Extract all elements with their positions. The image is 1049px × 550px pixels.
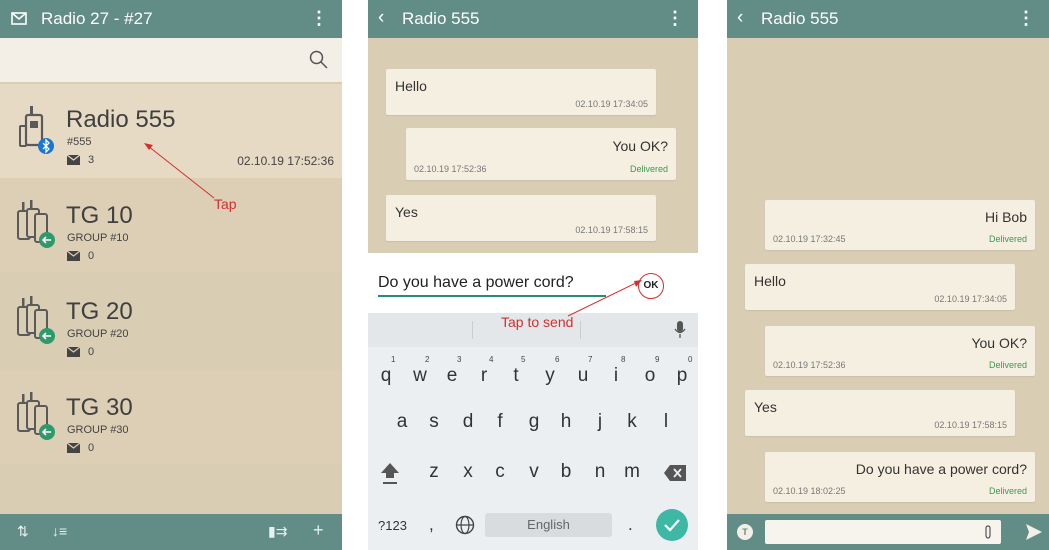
message-time: 02.10.19 17:34:05: [934, 294, 1007, 304]
message-bubble-outgoing[interactable]: You OK? 02.10.19 17:52:36 Delivered: [765, 326, 1035, 376]
message-text: Hi Bob: [984, 209, 1027, 225]
send-icon[interactable]: [1025, 523, 1043, 541]
bottom-bar: ⇅ ↓≡ ▮⇉ +: [0, 514, 342, 550]
message-time: 02.10.19 17:52:36: [773, 360, 846, 370]
message-time: 02.10.19 18:02:25: [773, 486, 846, 496]
message-text: Hello: [754, 273, 786, 289]
top-bar: ‹ Radio 555 ⋮: [727, 0, 1049, 38]
sort-list-icon[interactable]: ↓≡: [52, 523, 67, 539]
avatar[interactable]: T: [737, 524, 753, 540]
message-bubble-outgoing[interactable]: Do you have a power cord? 02.10.19 18:02…: [765, 452, 1035, 502]
delivery-status: Delivered: [988, 360, 1027, 370]
back-icon[interactable]: ‹: [737, 7, 743, 29]
group-call-icon[interactable]: ▮⇉: [268, 523, 287, 540]
message-text: Yes: [754, 399, 777, 415]
message-bubble-outgoing[interactable]: Hi Bob 02.10.19 17:32:45 Delivered: [765, 200, 1035, 250]
annotation-arrow: [144, 143, 215, 199]
delivery-status: Delivered: [988, 234, 1027, 244]
contacts-screen: Radio 27 - #27 ⋮ Radio 555 #555 3 02.10.…: [0, 0, 342, 550]
annotation-arrow: [567, 280, 642, 317]
message-text: You OK?: [971, 335, 1027, 351]
chat-title: Radio 555: [761, 9, 839, 28]
tap-annotation: Tap: [214, 196, 237, 212]
message-bubble-incoming[interactable]: Hello 02.10.19 17:34:05: [745, 264, 1015, 310]
delivery-status: Delivered: [988, 486, 1027, 496]
chat-screen: ‹ Radio 555 ⋮ Hi Bob 02.10.19 17:32:45 D…: [727, 0, 1049, 550]
message-time: 02.10.19 17:32:45: [773, 234, 846, 244]
chat-compose-screen: ‹ Radio 555 ⋮ Hello 02.10.19 17:34:05 Yo…: [368, 0, 698, 550]
attach-icon[interactable]: [983, 525, 993, 539]
message-bubble-incoming[interactable]: Yes 02.10.19 17:58:15: [745, 390, 1015, 436]
message-text: Do you have a power cord?: [855, 461, 1027, 477]
add-icon[interactable]: +: [313, 520, 324, 541]
sort-icon[interactable]: ⇅: [17, 523, 29, 540]
message-input-bar: T: [727, 514, 1049, 550]
menu-icon[interactable]: ⋮: [1017, 8, 1035, 29]
tap-to-send-annotation: Tap to send: [501, 314, 574, 330]
message-input[interactable]: [765, 520, 1001, 544]
message-time: 02.10.19 17:58:15: [934, 420, 1007, 430]
